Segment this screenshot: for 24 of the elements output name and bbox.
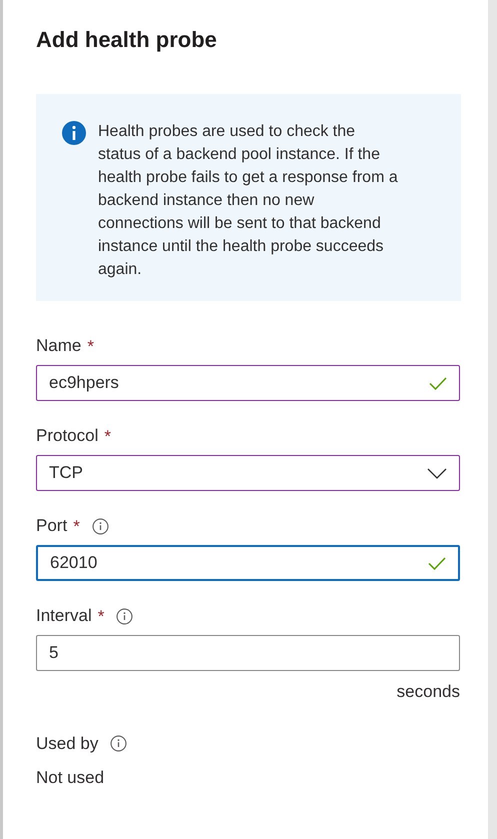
chevron-down-icon <box>427 468 447 478</box>
checkmark-icon <box>429 376 447 390</box>
used-by-value: Not used <box>36 766 106 788</box>
info-icon[interactable] <box>92 518 109 534</box>
field-label: Name <box>36 335 82 358</box>
required-asterisk: * <box>87 338 94 354</box>
input-field[interactable]: 5 <box>36 635 460 671</box>
info-icon[interactable] <box>110 735 128 752</box>
info-text: Health probes are used to check the status of a backend pool instance. If the health probe fails to get a response from a backend instance then no new connections will be sent to that backend instance until the health probe succeeds again. <box>98 122 399 280</box>
info-icon <box>62 121 86 145</box>
field-label: Interval <box>36 605 92 628</box>
input-field[interactable]: 62010 <box>36 545 460 581</box>
field-label: Used by <box>36 732 98 755</box>
required-asterisk: * <box>73 518 80 534</box>
panel-title: Add health probe <box>36 26 218 54</box>
required-asterisk: * <box>98 608 104 624</box>
checkmark-icon <box>428 556 446 570</box>
required-asterisk: * <box>104 428 111 444</box>
field-label: Port <box>36 515 68 538</box>
field-label: Protocol <box>36 425 98 448</box>
info-icon[interactable] <box>116 608 134 624</box>
input-field[interactable]: ec9hpers <box>36 365 460 401</box>
unit-label: seconds <box>396 681 460 703</box>
protocol-dropdown[interactable]: TCP <box>36 455 460 491</box>
